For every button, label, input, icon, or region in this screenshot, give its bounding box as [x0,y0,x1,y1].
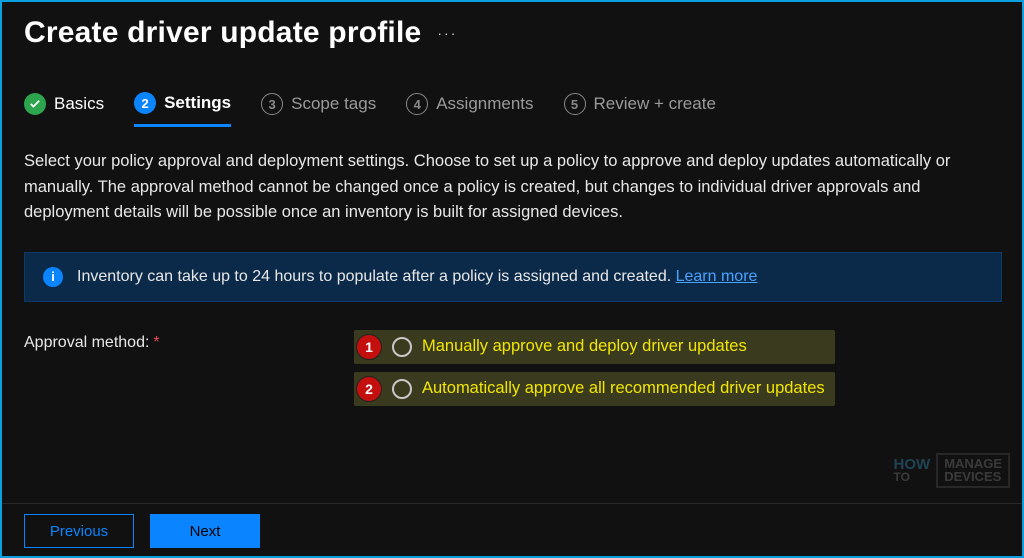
previous-button[interactable]: Previous [24,514,134,548]
approval-option-manual[interactable]: 1 Manually approve and deploy driver upd… [354,330,835,364]
field-label-text: Approval method: [24,334,149,351]
tab-label: Basics [54,94,104,114]
page-title: Create driver update profile [24,16,421,50]
step-number-icon: 5 [564,93,586,115]
radio-icon[interactable] [392,337,412,357]
info-text: Inventory can take up to 24 hours to pop… [77,268,757,286]
step-number-icon: 4 [406,93,428,115]
callout-badge: 1 [356,334,382,360]
next-button[interactable]: Next [150,514,260,548]
tab-label: Settings [164,93,231,113]
tab-settings[interactable]: 2 Settings [134,92,231,127]
step-number-icon: 2 [134,92,156,114]
radio-icon[interactable] [392,379,412,399]
learn-more-link[interactable]: Learn more [676,268,758,285]
approval-option-automatic[interactable]: 2 Automatically approve all recommended … [354,372,835,406]
tab-label: Assignments [436,94,533,114]
wizard-footer: Previous Next [2,503,1022,556]
info-banner: i Inventory can take up to 24 hours to p… [24,252,1002,302]
tab-assignments[interactable]: 4 Assignments [406,93,533,125]
watermark-text: MANAGE [944,457,1002,471]
step-number-icon: 3 [261,93,283,115]
watermark: HOW TO MANAGE DEVICES [894,453,1010,488]
more-icon[interactable]: ··· [437,25,457,41]
option-label: Manually approve and deploy driver updat… [422,337,747,356]
tab-label: Review + create [594,94,716,114]
callout-badge: 2 [356,376,382,402]
info-message: Inventory can take up to 24 hours to pop… [77,268,676,285]
check-icon [24,93,46,115]
option-label: Automatically approve all recommended dr… [422,379,825,398]
tab-review-create[interactable]: 5 Review + create [564,93,716,125]
wizard-tabs: Basics 2 Settings 3 Scope tags 4 Assignm… [24,92,1002,127]
settings-description: Select your policy approval and deployme… [24,149,1002,226]
tab-scope-tags[interactable]: 3 Scope tags [261,93,376,125]
tab-basics[interactable]: Basics [24,93,104,125]
watermark-text: TO [894,472,931,483]
watermark-text: DEVICES [944,470,1002,484]
tab-label: Scope tags [291,94,376,114]
info-icon: i [43,267,63,287]
required-indicator: * [153,334,159,351]
approval-method-label: Approval method:* [24,330,354,352]
watermark-text: HOW [894,456,931,473]
